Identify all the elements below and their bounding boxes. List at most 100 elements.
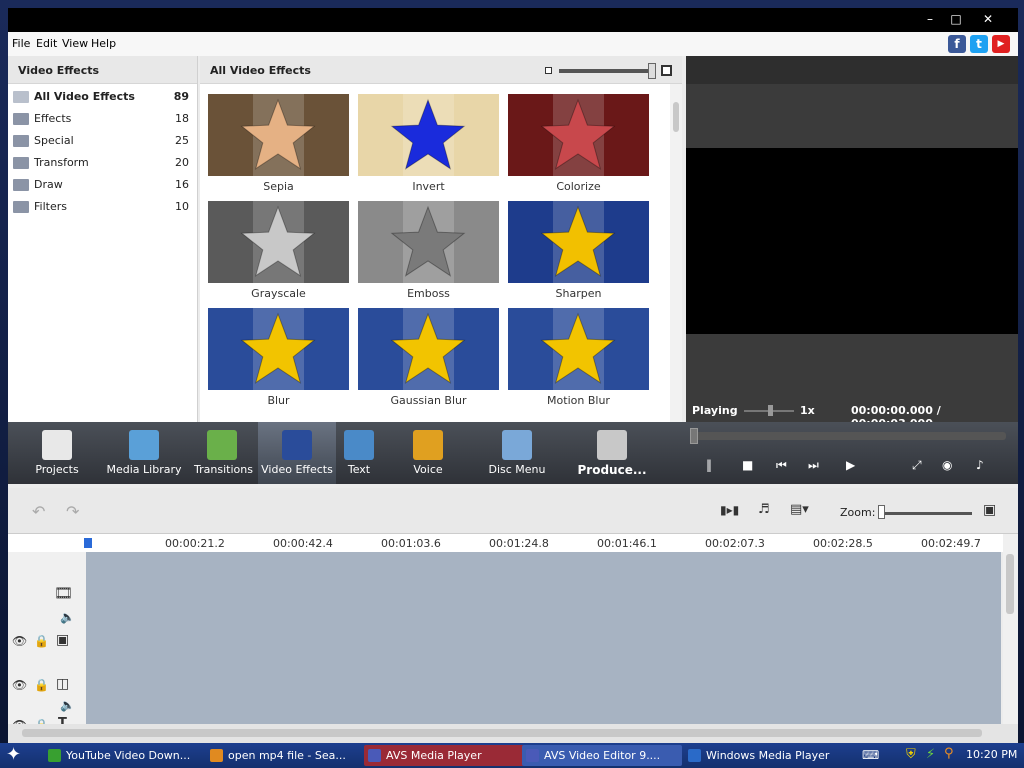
audio-mixer-icon[interactable]: ♬ (758, 502, 770, 517)
menu-file[interactable]: File (12, 37, 30, 50)
timeline-vertical-scrollbar[interactable] (1003, 534, 1018, 724)
preview-pane: Playing 1x 00:00:00.000 / 00:00:03.000 (686, 56, 1018, 430)
effects-track-icon: ▣ (56, 632, 70, 648)
snapshot-icon[interactable]: ◉ (942, 458, 952, 472)
display-mode-icon[interactable]: ▤▾ (790, 502, 809, 517)
volume-knob[interactable] (768, 405, 773, 416)
video-screen[interactable] (686, 148, 1018, 334)
scrollbar-thumb[interactable] (22, 729, 982, 737)
effect-thumbnail (508, 308, 649, 390)
timeline-horizontal-scrollbar[interactable] (8, 724, 1018, 743)
youtube-icon[interactable]: ▶ (992, 35, 1010, 53)
playhead-marker[interactable] (84, 538, 92, 548)
scrollbar-thumb[interactable] (1006, 554, 1014, 614)
close-button[interactable]: ✕ (974, 10, 1002, 28)
thumbnail-size-slider[interactable] (559, 69, 651, 73)
fullscreen-icon[interactable]: ⤢ (912, 458, 922, 473)
taskbar-task[interactable]: open mp4 file - Sea... (206, 745, 366, 766)
overlay-track-icon: ◫ (56, 676, 70, 692)
taskbar-task[interactable]: Windows Media Player (684, 745, 844, 766)
category-item[interactable]: Draw 16 (8, 174, 197, 196)
seek-handle[interactable] (690, 428, 698, 444)
keyboard-icon[interactable]: ⌨ (862, 748, 879, 762)
video-track-icon: 🎞 (54, 584, 74, 602)
effect-tile[interactable]: Blur (208, 308, 349, 411)
tool-icon (129, 430, 159, 460)
tool-media-library[interactable]: Media Library (106, 422, 182, 484)
effect-tile[interactable]: Emboss (358, 201, 499, 304)
start-icon[interactable]: ✦ (6, 744, 21, 765)
tool-voice[interactable]: Voice (408, 422, 448, 484)
facebook-icon[interactable]: f (948, 35, 966, 53)
category-item[interactable]: Effects 18 (8, 108, 197, 130)
play-clip-button[interactable]: ▶ (846, 458, 855, 472)
playback-speed[interactable]: 1x (800, 404, 815, 417)
redo-icon[interactable]: ↷ (66, 502, 79, 521)
effect-tile[interactable]: Grayscale (208, 201, 349, 304)
tool-produce[interactable]: Produce... (572, 422, 652, 484)
undo-icon[interactable]: ↶ (32, 502, 45, 521)
tool-transitions[interactable]: Transitions (194, 422, 253, 484)
menu-edit[interactable]: Edit (36, 37, 57, 50)
taskbar-task[interactable]: YouTube Video Down... (44, 745, 204, 766)
search-icon[interactable]: ⚲ (944, 746, 954, 761)
ruler-tick-label: 00:02:28.5 (813, 537, 873, 550)
maximize-button[interactable]: □ (942, 10, 970, 28)
menu-help[interactable]: Help (91, 37, 116, 50)
lock-icon[interactable]: 🔒 (34, 634, 49, 648)
ruler-tick-label: 00:00:42.4 (273, 537, 333, 550)
category-item[interactable]: Filters 10 (8, 196, 197, 218)
zoom-knob[interactable] (878, 505, 885, 519)
tool-video-effects[interactable]: Video Effects (258, 422, 336, 484)
visibility-eye-icon[interactable]: 👁 (12, 634, 27, 648)
shield-icon[interactable]: ⛨ (906, 747, 916, 762)
seek-bar[interactable] (692, 432, 1006, 440)
volume-icon[interactable]: ♪ (976, 458, 984, 472)
scrollbar-thumb[interactable] (673, 102, 679, 132)
effect-tile[interactable]: Gaussian Blur (358, 308, 499, 411)
effect-tile[interactable]: Invert (358, 94, 499, 197)
effect-tile[interactable]: Motion Blur (508, 308, 649, 411)
next-frame-button[interactable]: ⏭ (808, 458, 819, 473)
stop-button[interactable]: ■ (742, 458, 753, 472)
effect-tile[interactable]: Sepia (208, 94, 349, 197)
thumbnail-size-knob[interactable] (648, 63, 656, 79)
category-item[interactable]: Transform 20 (8, 152, 197, 174)
tool-icon (597, 430, 627, 460)
category-item[interactable]: All Video Effects 89 (8, 86, 197, 108)
tool-projects[interactable]: Projects (24, 422, 90, 484)
effect-thumbnail (208, 308, 349, 390)
minimize-button[interactable]: – (916, 10, 944, 28)
effect-tile[interactable]: Sharpen (508, 201, 649, 304)
tool-disc-menu[interactable]: Disc Menu (482, 422, 552, 484)
audio-mute-icon[interactable]: 🔈 (60, 610, 75, 624)
large-size-icon[interactable] (661, 65, 672, 76)
small-size-icon[interactable] (545, 67, 552, 74)
playback-status: Playing (692, 404, 738, 417)
menu-view[interactable]: View (62, 37, 88, 50)
tool-text[interactable]: Text (336, 422, 382, 484)
category-count: 16 (175, 178, 189, 191)
taskbar-task[interactable]: AVS Media Player (364, 745, 524, 766)
audio-mute-icon-2[interactable]: 🔈 (60, 698, 75, 712)
network-icon[interactable]: ⚡ (926, 747, 935, 762)
timeline-ruler[interactable]: 00:00:21.2 00:00:42.4 00:01:03.6 00:01:24.8… (8, 534, 1018, 552)
effect-tile[interactable]: Colorize (508, 94, 649, 197)
split-icon[interactable]: ▮▸▮ (720, 503, 739, 517)
zoom-slider[interactable] (882, 512, 972, 515)
previous-frame-button[interactable]: ⏮ (776, 458, 787, 473)
twitter-icon[interactable]: t (970, 35, 988, 53)
ruler-tick-label: 00:01:03.6 (381, 537, 441, 550)
effects-grid-scrollbar[interactable] (670, 84, 682, 422)
timeline-tracks[interactable] (86, 552, 1001, 724)
visibility-eye-icon-2[interactable]: 👁 (12, 678, 27, 692)
effect-thumbnail (208, 201, 349, 283)
tool-label: Text (347, 463, 371, 476)
category-item[interactable]: Special 25 (8, 130, 197, 152)
lock-icon-2[interactable]: 🔒 (34, 678, 49, 692)
pause-button[interactable]: ‖ (706, 458, 712, 472)
tool-label: Voice (413, 463, 443, 476)
fit-timeline-icon[interactable]: ▣ (983, 502, 996, 518)
taskbar-task[interactable]: AVS Video Editor 9.... (522, 745, 682, 766)
category-label: Transform (34, 156, 89, 169)
